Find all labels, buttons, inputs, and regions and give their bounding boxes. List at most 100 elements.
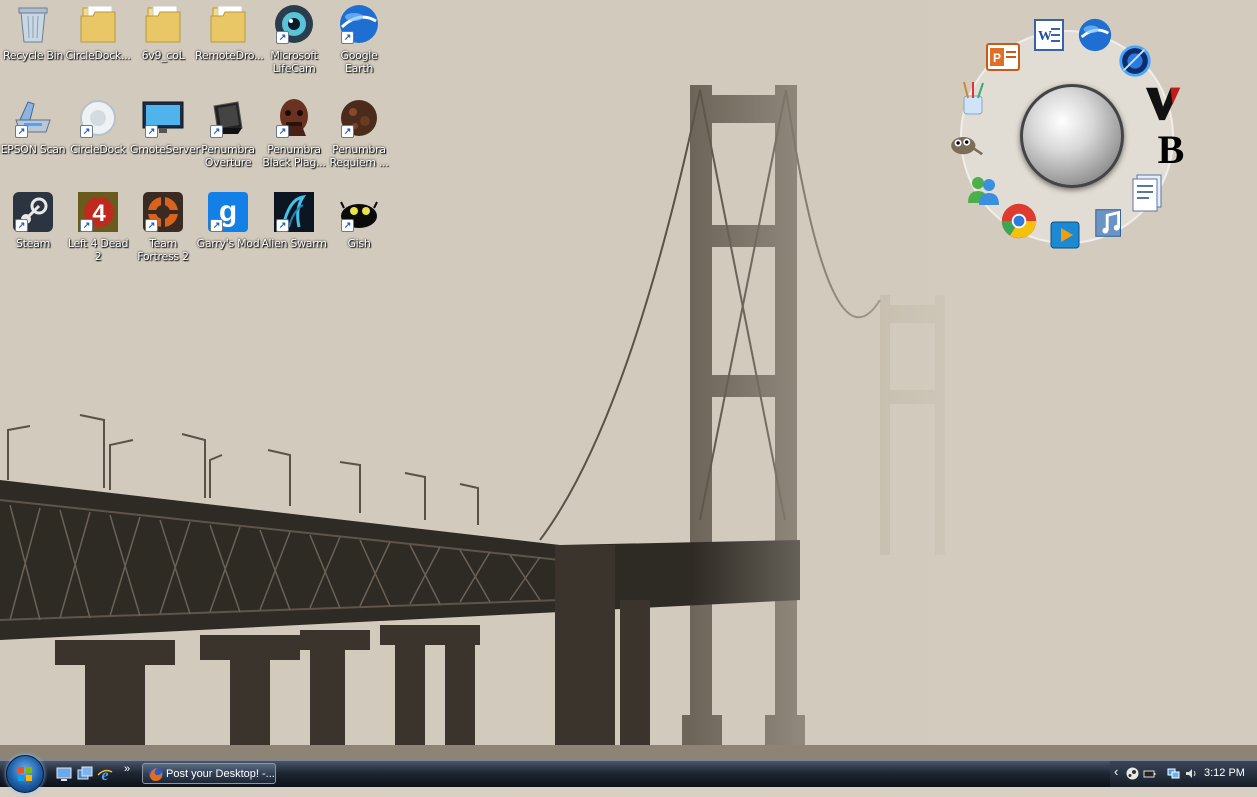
start-button[interactable] [6,755,44,793]
internet-explorer-icon[interactable]: e [97,766,113,784]
powerpoint-icon[interactable]: P [984,38,1022,76]
desktop-icon-left-4-dead-2[interactable]: 4 ↗ Left 4 Dead 2 [65,190,131,263]
desktop-icon-circledock-folder[interactable]: CircleDock... [65,2,131,62]
desktop-icon-penumbra-black-plague[interactable]: ↗ Penumbra Black Plag... [261,96,327,169]
shortcut-arrow-icon: ↗ [276,219,289,232]
desktop-icon-label: EPSON Scan [0,143,66,156]
svg-text:B: B [1158,127,1185,167]
blue-orb-icon[interactable] [1116,42,1154,80]
shortcut-arrow-icon: ↗ [276,31,289,44]
word-icon[interactable]: W [1030,16,1068,54]
firefox-icon [149,767,163,781]
shortcut-arrow-icon: ↗ [15,125,28,138]
tf2-icon: ↗ [141,190,185,234]
switch-windows-icon[interactable] [77,766,93,782]
shortcut-arrow-icon: ↗ [80,125,93,138]
media-play-icon[interactable] [1046,216,1084,254]
shortcut-arrow-icon: ↗ [341,125,354,138]
taskbar-button-label: Post your Desktop! -... [166,768,275,780]
svg-text:P: P [993,51,1001,65]
desktop-icon-label: CircleDock [70,143,126,156]
shortcut-arrow-icon: ↗ [276,125,289,138]
recycle-bin-icon [11,2,55,46]
desktop-icon-google-earth[interactable]: ↗ Google Earth [326,2,392,75]
globe-icon[interactable] [1076,16,1114,54]
battery-icon[interactable] [1143,767,1156,780]
circle-dock: P W B [940,10,1190,260]
shortcut-arrow-icon: ↗ [341,31,354,44]
gish-icon: ↗ [337,190,381,234]
messenger-icon[interactable] [964,170,1002,208]
desktop-icon-label: Gish [347,237,371,250]
webcam-icon: ↗ [272,2,316,46]
desktop-icon-gmoteserver[interactable]: ↗ GmoteServer [130,96,200,156]
clock[interactable]: 3:12 PM [1204,767,1245,779]
desktop-icon-label: Team Fortress 2 [137,237,189,263]
quick-launch-more-button[interactable]: » [124,763,130,775]
paint-brushes-icon[interactable] [954,80,992,118]
folder-icon [141,2,185,46]
desktop-icon-label: Microsoft LifeCam [270,49,318,75]
svg-text:4: 4 [92,200,106,227]
shortcut-arrow-icon: ↗ [80,219,93,232]
notebook-icon: ↗ [206,96,250,140]
desktop-icon-label: RemoteDro... [195,49,264,62]
shortcut-arrow-icon: ↗ [210,125,223,138]
desktop-icon-label: Penumbra Requiem ... [329,143,389,169]
monitor-icon: ↗ [141,96,185,140]
desktop-icon-label: CircleDock... [65,49,131,62]
shortcut-arrow-icon: ↗ [341,219,354,232]
desktop-icon-gish[interactable]: ↗ Gish [326,190,392,250]
network-icon[interactable] [1167,767,1180,780]
svg-text:W: W [1038,29,1052,44]
windows-logo-icon [18,767,32,781]
scanner-icon: ↗ [11,96,55,140]
desktop-icon-team-fortress-2[interactable]: ↗ Team Fortress 2 [130,190,196,263]
desktop-icon-recycle-bin[interactable]: Recycle Bin [0,2,66,62]
steam-icon: ↗ [11,190,55,234]
gmod-icon: g ↗ [206,190,250,234]
desktop-icon-label: Alien Swarm [261,237,327,250]
desktop-icon-penumbra-overture[interactable]: ↗ Penumbra Overture [195,96,261,169]
desktop-icon-garrys-mod[interactable]: g ↗ Garry's Mod [195,190,261,250]
globe-icon: ↗ [337,2,381,46]
taskbar: e » Post your Desktop! -... ‹ 3:12 PM [0,755,1257,793]
desktop-icon-label: Penumbra Black Plag... [262,143,326,169]
gimp-icon[interactable] [946,124,984,162]
desktop-icon-label: Google Earth [340,49,378,75]
folder-icon [206,2,250,46]
documents-icon[interactable] [1128,174,1166,212]
music-icon[interactable] [1092,204,1130,242]
desktop-icon-label: Penumbra Overture [201,143,255,169]
desktop-icon-steam[interactable]: ↗ Steam [0,190,66,250]
desktop-icon-alien-swarm[interactable]: ↗ Alien Swarm [261,190,327,250]
shortcut-arrow-icon: ↗ [15,219,28,232]
shortcut-arrow-icon: ↗ [145,219,158,232]
desktop-icon-penumbra-requiem[interactable]: ↗ Penumbra Requiem ... [326,96,392,169]
chrome-icon[interactable] [1000,202,1038,240]
monster-face-icon: ↗ [272,96,316,140]
shortcut-arrow-icon: ↗ [145,125,158,138]
folder-icon [76,2,120,46]
v-logo-icon[interactable] [1144,84,1182,122]
desktop-icon-6v9-col-folder[interactable]: 6v9_coL [130,2,196,62]
rusty-orb-icon: ↗ [337,96,381,140]
svg-text:e: e [101,767,108,782]
desktop-icon-epson-scan[interactable]: ↗ EPSON Scan [0,96,66,156]
silver-orb-icon[interactable] [1020,84,1124,188]
desktop-icon-label: Garry's Mod [196,237,260,250]
volume-icon[interactable] [1185,767,1198,780]
circle-dock-icon: ↗ [76,96,120,140]
taskbar-button-firefox[interactable]: Post your Desktop! -... [142,763,276,784]
show-desktop-icon[interactable] [56,766,72,782]
l4d2-icon: 4 ↗ [76,190,120,234]
desktop-icon-circledock[interactable]: ↗ CircleDock [65,96,131,156]
steam-tray-icon[interactable] [1126,767,1139,780]
b-logo-icon[interactable]: B [1152,127,1190,167]
shortcut-arrow-icon: ↗ [210,219,223,232]
show-hidden-icons-chevron[interactable]: ‹ [1114,764,1118,779]
desktop-icon-microsoft-lifecam[interactable]: ↗ Microsoft LifeCam [261,2,327,75]
desktop-icon-label: Steam [15,237,51,250]
desktop-icon-remotedroid-folder[interactable]: RemoteDro... [195,2,264,62]
desktop-icon-label: 6v9_coL [141,49,185,62]
